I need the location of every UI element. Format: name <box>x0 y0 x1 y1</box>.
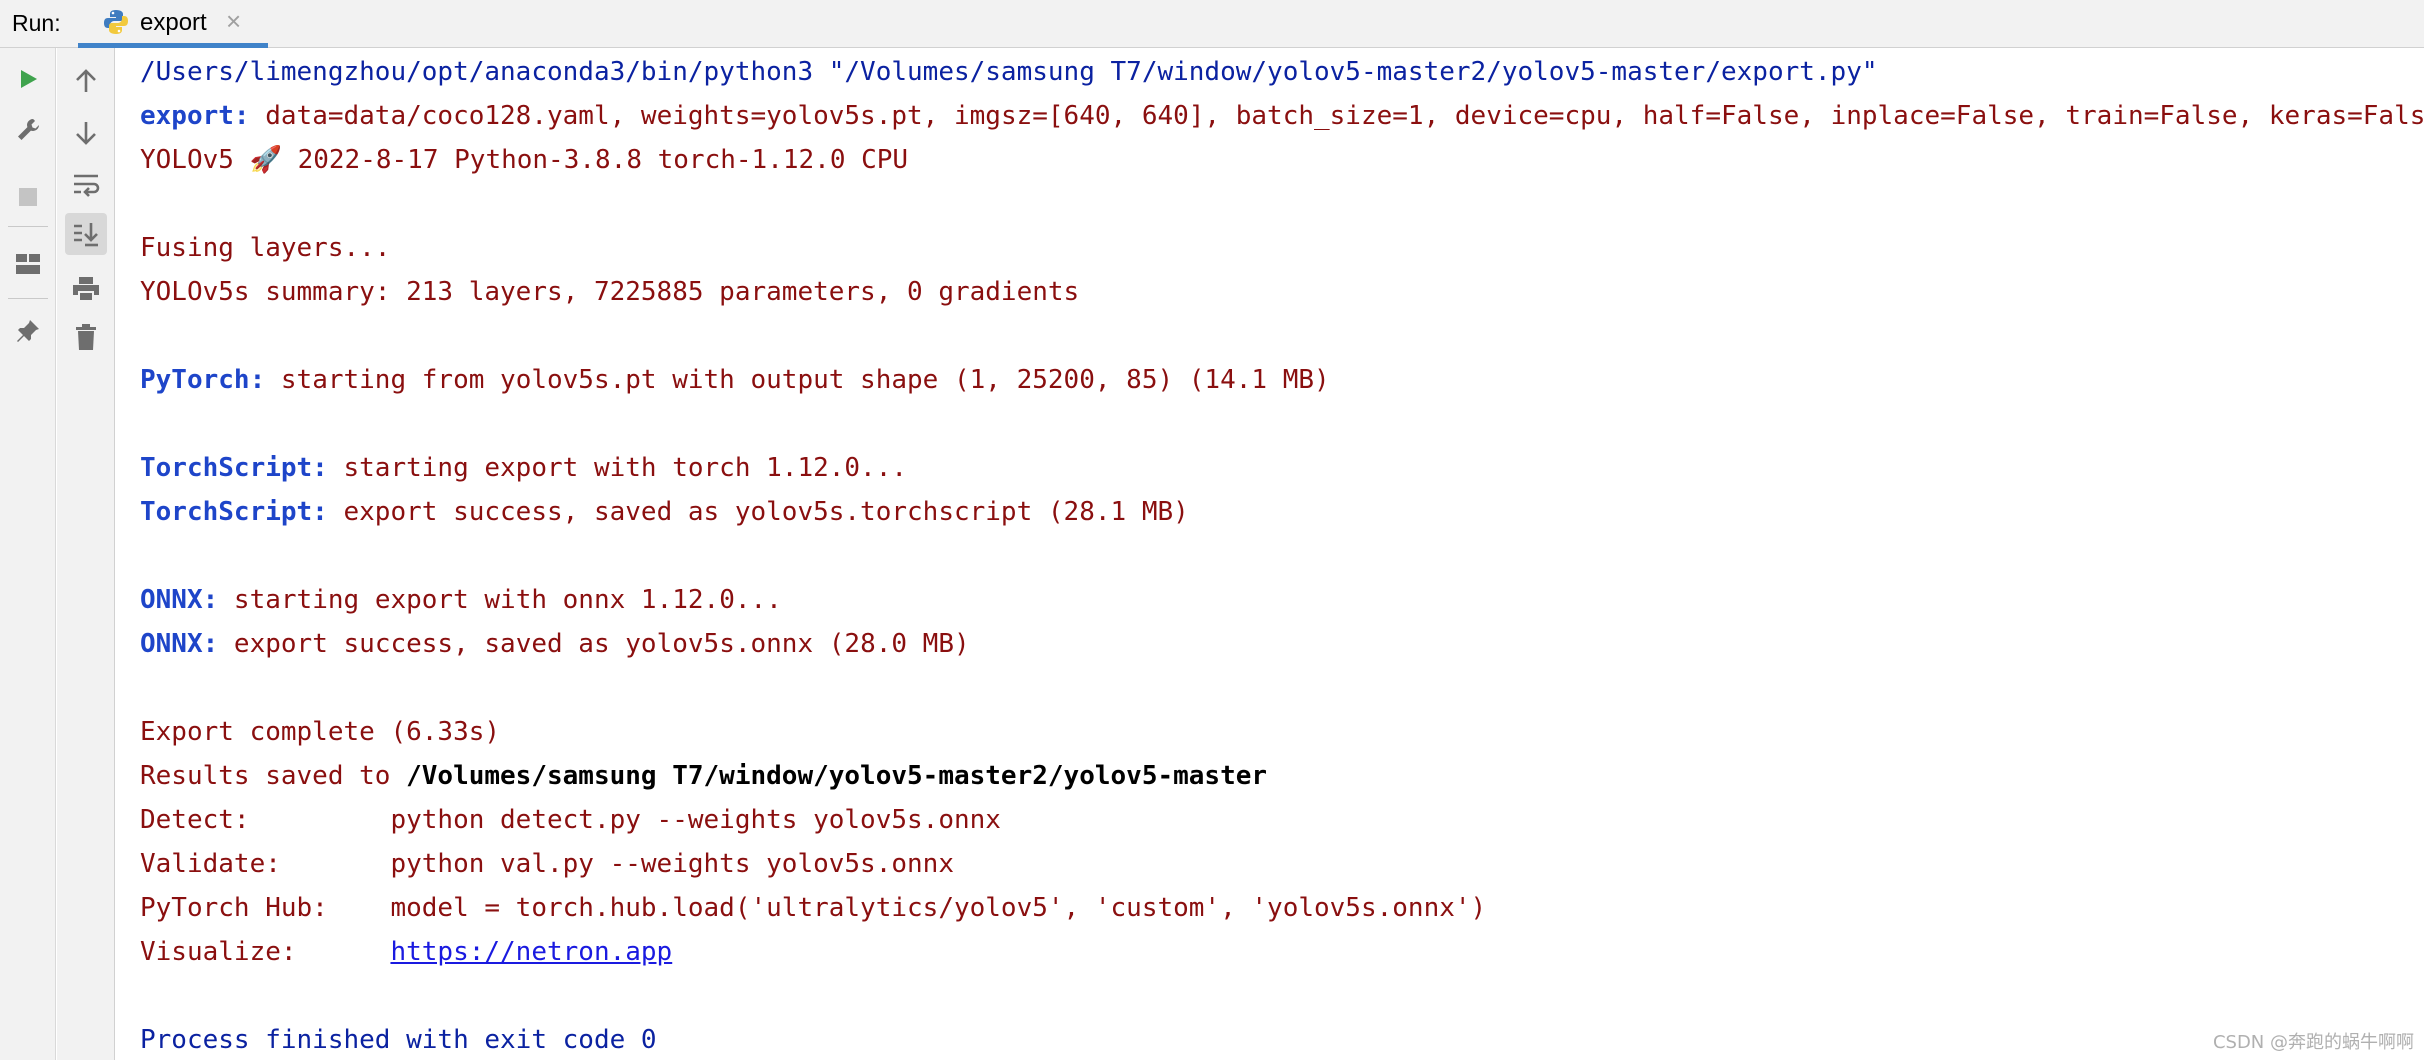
toolbar-separator <box>8 226 48 227</box>
netron-link[interactable]: https://netron.app <box>390 937 672 967</box>
line-prefix: ONNX: <box>140 629 219 659</box>
run-button[interactable] <box>7 58 49 100</box>
stop-icon <box>19 188 37 206</box>
clear-all-button[interactable] <box>65 316 107 358</box>
layout-button[interactable] <box>7 243 49 285</box>
line-text: export success, saved as yolov5s.torchsc… <box>327 497 1189 527</box>
console-line-onnx-success: ONNX: export success, saved as yolov5s.o… <box>140 628 970 660</box>
scroll-to-end-icon <box>74 223 98 247</box>
wrench-icon <box>18 119 39 140</box>
python-icon <box>104 10 128 34</box>
console-line-command: /Users/limengzhou/opt/anaconda3/bin/pyth… <box>140 57 1878 87</box>
console-line-fusing: Fusing layers... <box>140 233 391 263</box>
run-label: Run: <box>12 10 61 36</box>
console-line-torchscript-start: TorchScript: starting export with torch … <box>140 452 907 484</box>
console-line-detect: Detect: python detect.py --weights yolov… <box>140 805 1001 835</box>
console-line-version: YOLOv5 🚀 2022-8-17 Python-3.8.8 torch-1.… <box>140 145 909 175</box>
results-path: /Volumes/samsung T7/window/yolov5-master… <box>406 761 1268 791</box>
tab-export-label: export <box>140 9 207 36</box>
edit-configuration-button[interactable] <box>7 109 49 151</box>
scroll-to-end-button[interactable] <box>65 213 107 255</box>
console-line-process-finished: Process finished with exit code 0 <box>140 1025 657 1055</box>
console-line-pytorch-hub: PyTorch Hub: model = torch.hub.load('ult… <box>140 893 1487 923</box>
line-text: starting from yolov5s.pt with output sha… <box>265 365 1330 395</box>
console-line-torchscript-success: TorchScript: export success, saved as yo… <box>140 496 1189 528</box>
pin-icon <box>17 320 39 342</box>
line-text: starting export with torch 1.12.0... <box>327 453 908 483</box>
line-prefix: export: <box>140 101 250 131</box>
run-toolbar-secondary <box>57 48 115 1060</box>
arrow-down-icon <box>76 122 96 145</box>
console-line-export-args: export: data=data/coco128.yaml, weights=… <box>140 100 2424 132</box>
arrow-up-icon <box>76 69 96 92</box>
console-line-validate: Validate: python val.py --weights yolov5… <box>140 849 954 879</box>
run-icon <box>21 70 37 88</box>
line-text: Results saved to <box>140 761 407 791</box>
close-icon[interactable]: × <box>226 6 241 37</box>
run-toolbar-primary <box>0 48 56 1060</box>
console-line-pytorch: PyTorch: starting from yolov5s.pt with o… <box>140 364 1330 396</box>
console-line-export-complete: Export complete (6.33s) <box>140 717 501 747</box>
layout-icon <box>16 254 40 274</box>
soft-wrap-icon <box>74 174 100 197</box>
stop-button[interactable] <box>7 176 49 218</box>
watermark: CSDN @奔跑的蜗牛啊啊 <box>2212 1032 2414 1053</box>
run-tool-window-header: Run: export × <box>0 0 2424 48</box>
print-icon <box>73 277 99 302</box>
tab-export[interactable]: export × <box>78 0 268 48</box>
soft-wrap-button[interactable] <box>65 164 107 206</box>
console-line-onnx-start: ONNX: starting export with onnx 1.12.0..… <box>140 584 782 616</box>
pin-tab-button[interactable] <box>7 310 49 352</box>
console-line-results-saved: Results saved to /Volumes/samsung T7/win… <box>140 760 1267 792</box>
next-occurrence-button[interactable] <box>65 112 107 154</box>
line-text: export success, saved as yolov5s.onnx (2… <box>218 629 970 659</box>
console-output[interactable]: /Users/limengzhou/opt/anaconda3/bin/pyth… <box>116 48 2424 1060</box>
trash-icon <box>76 324 96 350</box>
line-text: Visualize: <box>140 937 391 967</box>
line-text: data=data/coco128.yaml, weights=yolov5s.… <box>249 101 2424 131</box>
line-prefix: PyTorch: <box>140 365 266 395</box>
line-prefix: TorchScript: <box>140 497 328 527</box>
console-line-summary: YOLOv5s summary: 213 layers, 7225885 par… <box>140 277 1080 307</box>
console-line-visualize: Visualize: https://netron.app <box>140 936 672 968</box>
toolbar-separator <box>8 298 48 299</box>
line-prefix: ONNX: <box>140 585 219 615</box>
print-button[interactable] <box>65 268 107 310</box>
line-text: starting export with onnx 1.12.0... <box>218 585 782 615</box>
previous-occurrence-button[interactable] <box>65 60 107 102</box>
line-prefix: TorchScript: <box>140 453 328 483</box>
